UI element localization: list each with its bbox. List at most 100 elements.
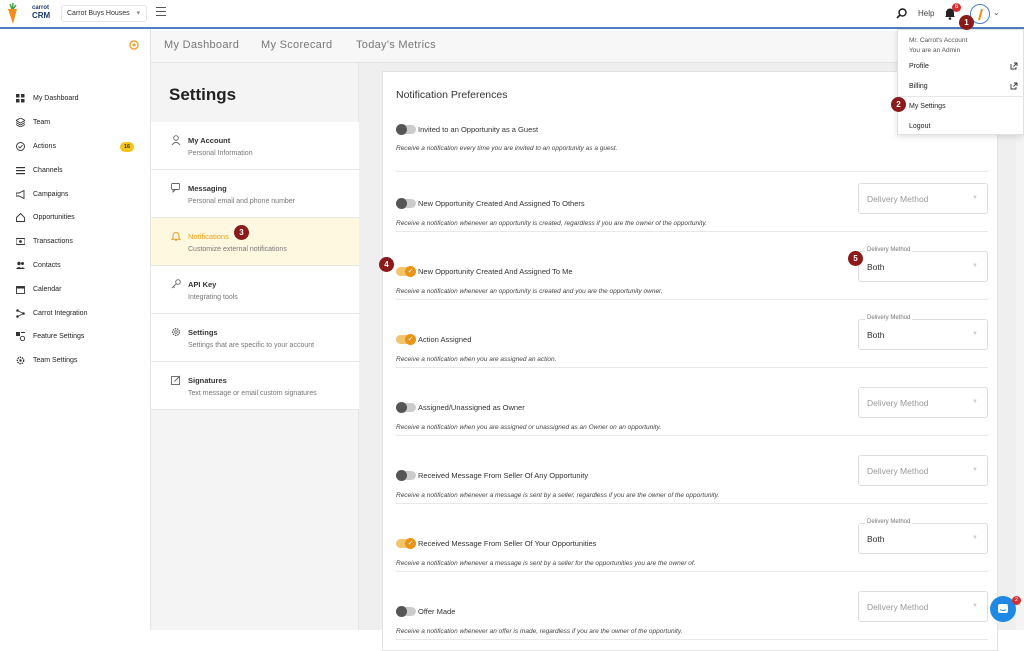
sidebar: My Dashboard Team Actions 16 Channels Campaig… [0, 29, 151, 630]
sidebar-item-channels[interactable]: Channels [0, 158, 150, 182]
chevron-down-icon: ▼ [972, 263, 978, 269]
settings-menu-api-key[interactable]: API Key Integrating tools [151, 266, 359, 314]
chevron-down-icon: ▼ [972, 331, 978, 337]
menu-item-my-settings[interactable]: My Settings [898, 97, 1024, 117]
tab-my-dashboard[interactable]: My Dashboard [164, 39, 239, 51]
sidebar-item-campaigns[interactable]: Campaigns [0, 182, 150, 206]
sidebar-item-label: Channels [33, 166, 63, 174]
notification-label: Assigned/Unassigned as Owner [418, 403, 525, 412]
step-marker-3: 3 [234, 225, 249, 240]
sidebar-item-label: Calendar [33, 285, 62, 293]
money-icon [16, 238, 25, 246]
settings-menu: My Account Personal Information Messaging P… [151, 122, 359, 410]
settings-menu-notifications[interactable]: Notifications Customize external notifica… [151, 218, 359, 266]
sidebar-item-transactions[interactable]: Transactions [0, 230, 150, 254]
delivery-method-value: Delivery Method [867, 194, 929, 204]
notification-label: New Opportunity Created And Assigned To … [418, 267, 573, 276]
hamburger-menu-icon[interactable] [156, 7, 166, 19]
sidebar-item-feature-settings[interactable]: Feature Settings [0, 325, 150, 349]
notification-description: Receive a notification when you are assi… [396, 424, 662, 431]
delivery-method-select[interactable]: Delivery Method ▼ [858, 387, 988, 418]
notification-description: Receive a notification whenever an oppor… [396, 220, 707, 227]
home-icon [16, 213, 25, 223]
bell-icon [171, 232, 181, 241]
sidebar-item-opportunities[interactable]: Opportunities [0, 206, 150, 230]
external-link-icon [1010, 62, 1018, 70]
sidebar-item-carrot-integration[interactable]: Carrot Integration [0, 301, 150, 325]
people-icon [16, 261, 25, 269]
step-marker-1: 1 [959, 15, 974, 30]
sidebar-item-label: Campaigns [33, 190, 69, 198]
menu-item-label: Billing [909, 83, 928, 90]
step-marker-4: 4 [379, 257, 394, 272]
sidebar-item-team-settings[interactable]: Team Settings [0, 349, 150, 373]
sidebar-item-label: Team Settings [33, 357, 78, 365]
menu-item-billing[interactable]: Billing [898, 77, 1024, 97]
sidebar-item-label: Team [33, 119, 51, 127]
check-circle-icon [16, 142, 25, 151]
sidebar-item-label: Opportunities [33, 214, 75, 222]
tab-todays-metrics[interactable]: Today's Metrics [356, 39, 436, 51]
sidebar-item-contacts[interactable]: Contacts [0, 254, 150, 278]
delivery-method-select[interactable]: Delivery Method ▼ [858, 183, 988, 214]
sidebar-item-team[interactable]: Team [0, 111, 150, 135]
company-selector[interactable]: Carrot Buys Houses ▾ [61, 5, 147, 22]
settings-menu-title: My Account [188, 136, 231, 145]
carrot-avatar-icon [978, 8, 983, 21]
notification-toggle[interactable] [396, 606, 416, 617]
carrot-logo-icon[interactable] [5, 3, 20, 25]
settings-menu-settings[interactable]: Settings Settings that are specific to yo… [151, 314, 359, 362]
sidebar-item-calendar[interactable]: Calendar [0, 277, 150, 301]
notification-toggle[interactable] [396, 402, 416, 413]
delivery-method-select[interactable]: Delivery Method Both ▼ [858, 247, 988, 282]
account-menu-header: Mr. Carrot's Account You are an Admin [909, 36, 967, 56]
chevron-down-icon: ▼ [972, 535, 978, 541]
menu-item-logout[interactable]: Logout [898, 117, 1024, 137]
notification-toggle[interactable] [396, 470, 416, 481]
notification-label: Offer Made [418, 607, 456, 616]
menu-item-profile[interactable]: Profile [898, 57, 1024, 77]
notification-row: ✓ Action Assigned Receive a notification w… [396, 300, 988, 368]
chat-icon [171, 183, 180, 193]
delivery-method-select[interactable]: Delivery Method ▼ [858, 455, 988, 486]
step-marker-2: 2 [891, 97, 906, 112]
notification-toggle[interactable] [396, 124, 416, 135]
checkmark-icon: ✓ [405, 266, 416, 277]
logo-text: carrot CRM [32, 5, 50, 20]
settings-menu-signatures[interactable]: Signatures Text message or email custom s… [151, 362, 359, 410]
notification-toggle[interactable]: ✓ [396, 538, 416, 549]
search-icon[interactable] [896, 8, 907, 19]
gear-icon [16, 356, 25, 365]
notification-toggle[interactable]: ✓ [396, 266, 416, 277]
sidebar-item-my-dashboard[interactable]: My Dashboard [0, 87, 150, 111]
toggle-knob [396, 402, 407, 413]
settings-menu-title: Settings [188, 328, 218, 337]
settings-menu-subtitle: Customize external notifications [188, 246, 287, 253]
notification-description: Receive a notification whenever a messag… [396, 492, 720, 499]
settings-cog-icon[interactable] [128, 39, 140, 51]
notification-toggle[interactable]: ✓ [396, 334, 416, 345]
notification-description: Receive a notification every time you ar… [396, 145, 618, 152]
tab-my-scorecard[interactable]: My Scorecard [261, 39, 332, 51]
main-content: Notification Preferences Invited to an O… [359, 63, 1024, 651]
settings-menu-title: Signatures [188, 376, 227, 385]
settings-menu-my-account[interactable]: My Account Personal Information [151, 122, 359, 170]
dashboard-tabs: My Dashboard My Scorecard Today's Metric… [151, 31, 898, 63]
delivery-method-select[interactable]: Delivery Method Both ▼ [858, 519, 988, 554]
help-link[interactable]: Help [918, 9, 934, 18]
sidebar-item-label: My Dashboard [33, 95, 79, 103]
settings-panel: Settings My Account Personal Information M… [151, 63, 359, 630]
settings-menu-subtitle: Personal Information [188, 150, 253, 157]
feature-icon [16, 332, 25, 342]
delivery-method-select[interactable]: Delivery Method Both ▼ [858, 315, 988, 350]
gear-icon [171, 327, 181, 337]
chevron-down-icon[interactable]: ⌄ [993, 8, 1000, 17]
settings-menu-messaging[interactable]: Messaging Personal email and phone number [151, 170, 359, 218]
stack-icon [16, 118, 25, 128]
settings-menu-subtitle: Text message or email custom signatures [188, 390, 317, 397]
delivery-method-select[interactable]: Delivery Method ▼ [858, 591, 988, 622]
sidebar-item-actions[interactable]: Actions 16 [0, 135, 150, 159]
notification-toggle[interactable] [396, 198, 416, 209]
notification-label: New Opportunity Created And Assigned To … [418, 199, 585, 208]
notification-preferences-card: Notification Preferences Invited to an O… [382, 71, 998, 651]
